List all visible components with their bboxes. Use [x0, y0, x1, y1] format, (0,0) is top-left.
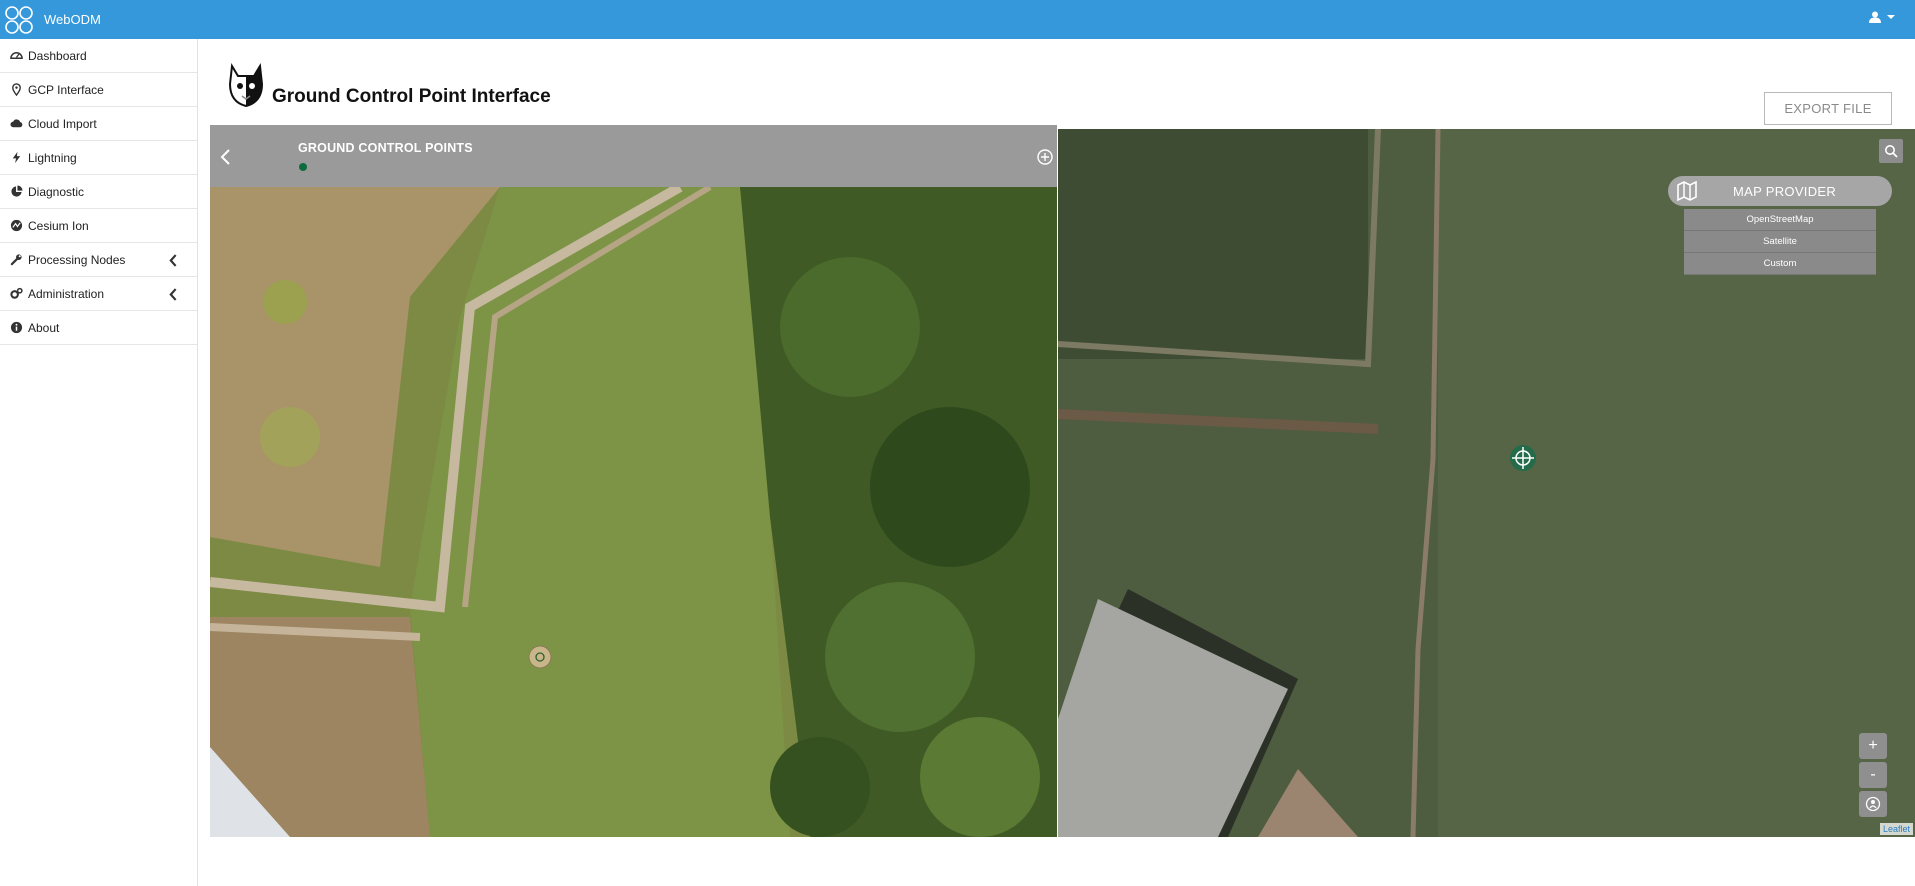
back-chevron-icon[interactable]: [218, 147, 232, 167]
gcp-panel-header: GROUND CONTROL POINTS: [210, 125, 1057, 187]
map-provider-selector[interactable]: MAP PROVIDER: [1668, 176, 1892, 206]
add-point-icon[interactable]: [1037, 149, 1053, 165]
gcp-workspace: GROUND CONTROL POINTS MAP PROVIDER OpenS…: [210, 125, 1915, 837]
provider-option-satellite[interactable]: Satellite: [1684, 231, 1876, 253]
map-marker-icon: [12, 83, 21, 96]
cesium-icon: [10, 219, 23, 232]
sidebar-item-label: Dashboard: [28, 48, 87, 63]
search-icon: [1885, 145, 1898, 158]
sidebar-item-label: GCP Interface: [28, 82, 104, 97]
sidebar-item-cloud-import[interactable]: Cloud Import: [0, 107, 197, 141]
sidebar-item-diagnostic[interactable]: Diagnostic: [0, 175, 197, 209]
gears-icon: [10, 287, 23, 299]
sidebar-item-administration[interactable]: Administration: [0, 277, 197, 311]
webodm-logo-icon: [5, 5, 33, 34]
drone-photo[interactable]: [210, 187, 1057, 837]
locate-icon: [1865, 796, 1881, 812]
sidebar-item-label: Cloud Import: [28, 116, 97, 131]
sidebar-item-about[interactable]: About: [0, 311, 197, 345]
brand-link[interactable]: WebODM: [4, 5, 101, 35]
gcp-point-marker[interactable]: [299, 163, 307, 171]
map-provider-options: OpenStreetMap Satellite Custom: [1684, 209, 1876, 275]
sidebar-item-gcp-interface[interactable]: GCP Interface: [0, 73, 197, 107]
map-provider-label: MAP PROVIDER: [1733, 183, 1837, 199]
sidebar-item-label: Administration: [28, 286, 105, 301]
chevron-left-icon: [169, 254, 177, 267]
page-title: Ground Control Point Interface: [272, 86, 551, 107]
sidebar-item-label: Processing Nodes: [28, 252, 126, 267]
lightning-icon: [12, 151, 21, 164]
zoom-controls: + -: [1859, 733, 1887, 820]
user-icon: [1869, 11, 1881, 23]
sidebar-item-label: About: [28, 320, 60, 335]
user-menu-button[interactable]: [1869, 11, 1895, 23]
wrench-icon: [10, 254, 22, 266]
image-viewer-pane: GROUND CONTROL POINTS: [210, 125, 1057, 837]
pie-chart-icon: [11, 185, 23, 197]
sidebar-item-label: Diagnostic: [28, 184, 85, 199]
sidebar-item-lightning[interactable]: Lightning: [0, 141, 197, 175]
zoom-in-button[interactable]: +: [1859, 733, 1887, 759]
sidebar-item-label: Cesium Ion: [28, 218, 89, 233]
map-icon: [1677, 180, 1697, 202]
export-file-button[interactable]: EXPORT FILE: [1764, 92, 1892, 125]
caret-down-icon: [1887, 15, 1895, 19]
provider-option-custom[interactable]: Custom: [1684, 253, 1876, 275]
page-header: Ground Control Point Interface: [226, 62, 551, 110]
map-search-button[interactable]: [1879, 139, 1903, 163]
chevron-left-icon: [169, 288, 177, 301]
map-pane: MAP PROVIDER OpenStreetMap Satellite Cus…: [1058, 129, 1915, 837]
locate-button[interactable]: [1859, 791, 1887, 817]
cloud-icon: [10, 119, 23, 128]
leaflet-attribution-link[interactable]: Leaflet: [1879, 823, 1913, 835]
info-icon: [10, 321, 23, 334]
zoom-out-button[interactable]: -: [1859, 762, 1887, 788]
gcp-plugin-logo: [228, 62, 264, 108]
top-navbar: WebODM: [0, 0, 1915, 39]
sidebar: Dashboard GCP Interface Cloud Import Lig…: [0, 39, 198, 886]
sidebar-item-label: Lightning: [28, 150, 77, 165]
sidebar-item-dashboard[interactable]: Dashboard: [0, 39, 197, 73]
sidebar-item-cesium-ion[interactable]: Cesium Ion: [0, 209, 197, 243]
app-name: WebODM: [44, 12, 101, 27]
sidebar-item-processing-nodes[interactable]: Processing Nodes: [0, 243, 197, 277]
gcp-panel-title: GROUND CONTROL POINTS: [298, 141, 473, 155]
dashboard-icon: [10, 52, 23, 60]
provider-option-openstreetmap[interactable]: OpenStreetMap: [1684, 209, 1876, 231]
